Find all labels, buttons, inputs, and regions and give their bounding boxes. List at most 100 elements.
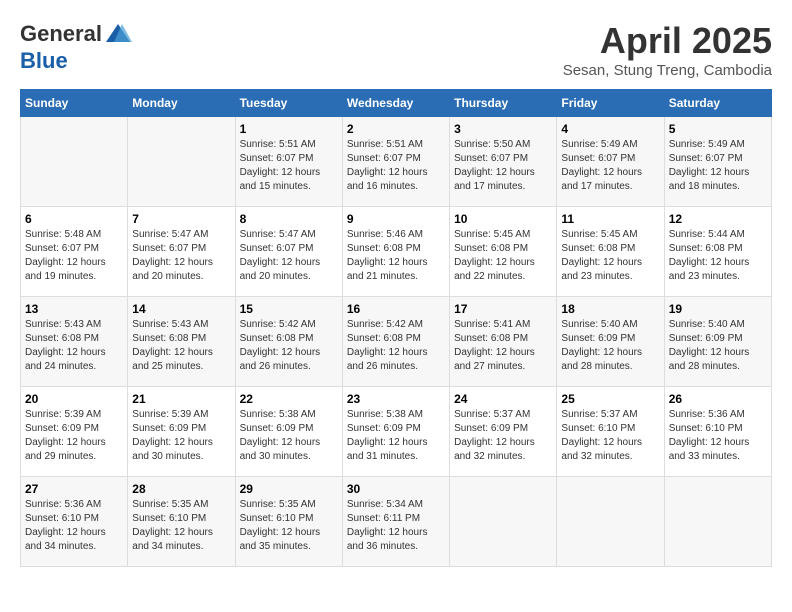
calendar-cell: 20 Sunrise: 5:39 AM Sunset: 6:09 PM Dayli… [21,387,128,477]
day-number: 28 [132,482,230,496]
day-info: Sunrise: 5:37 AM Sunset: 6:09 PM Dayligh… [454,408,552,464]
day-number: 30 [347,482,445,496]
day-info: Sunrise: 5:35 AM Sunset: 6:10 PM Dayligh… [132,498,230,554]
day-number: 19 [669,302,767,316]
calendar-cell: 15Sunrise: 5:42 AM Sunset: 6:08 PM Dayli… [235,297,342,387]
calendar-cell: 5 Sunrise: 5:49 AM Sunset: 6:07 PM Daylig… [664,117,771,207]
day-info: Sunrise: 5:37 AM Sunset: 6:10 PM Dayligh… [561,408,659,464]
calendar-cell [128,117,235,207]
day-info: Sunrise: 5:34 AM Sunset: 6:11 PM Dayligh… [347,498,445,554]
calendar-cell: 7 Sunrise: 5:47 AM Sunset: 6:07 PM Daylig… [128,207,235,297]
calendar-cell: 30 Sunrise: 5:34 AM Sunset: 6:11 PM Dayli… [342,477,449,567]
calendar-cell: 22 Sunrise: 5:38 AM Sunset: 6:09 PM Dayli… [235,387,342,477]
day-header-sunday: Sunday [21,90,128,117]
day-info: Sunrise: 5:48 AM Sunset: 6:07 PM Dayligh… [25,228,123,284]
day-info: Sunrise: 5:38 AM Sunset: 6:09 PM Dayligh… [347,408,445,464]
day-number: 22 [240,392,338,406]
calendar-cell: 19 Sunrise: 5:40 AM Sunset: 6:09 PM Dayli… [664,297,771,387]
location-subtitle: Sesan, Stung Treng, Cambodia [563,62,772,79]
day-header-thursday: Thursday [450,90,557,117]
day-number: 6 [25,212,123,226]
calendar-cell: 24 Sunrise: 5:37 AM Sunset: 6:09 PM Dayli… [450,387,557,477]
day-number: 7 [132,212,230,226]
day-number: 24 [454,392,552,406]
calendar-cell: 4Sunrise: 5:49 AM Sunset: 6:07 PM Daylig… [557,117,664,207]
calendar-cell: 29Sunrise: 5:35 AM Sunset: 6:10 PM Dayli… [235,477,342,567]
day-info: Sunrise: 5:41 AM Sunset: 6:08 PM Dayligh… [454,318,552,374]
day-info: Sunrise: 5:43 AM Sunset: 6:08 PM Dayligh… [25,318,123,374]
calendar-cell: 13 Sunrise: 5:43 AM Sunset: 6:08 PM Dayli… [21,297,128,387]
day-info: Sunrise: 5:36 AM Sunset: 6:10 PM Dayligh… [669,408,767,464]
calendar-cell: 8 Sunrise: 5:47 AM Sunset: 6:07 PM Daylig… [235,207,342,297]
calendar-cell: 21 Sunrise: 5:39 AM Sunset: 6:09 PM Dayli… [128,387,235,477]
logo: General Blue [20,20,132,74]
page-header: General Blue April 2025 Sesan, Stung Tre… [20,20,772,79]
day-info: Sunrise: 5:49 AM Sunset: 6:07 PM Dayligh… [669,138,767,194]
day-info: Sunrise: 5:38 AM Sunset: 6:09 PM Dayligh… [240,408,338,464]
day-number: 10 [454,212,552,226]
days-header-row: SundayMondayTuesdayWednesdayThursdayFrid… [21,90,772,117]
calendar-cell: 9 Sunrise: 5:46 AM Sunset: 6:08 PM Daylig… [342,207,449,297]
calendar-cell: 2 Sunrise: 5:51 AM Sunset: 6:07 PM Daylig… [342,117,449,207]
day-number: 27 [25,482,123,496]
calendar-cell: 12Sunrise: 5:44 AM Sunset: 6:08 PM Dayli… [664,207,771,297]
calendar-cell: 1Sunrise: 5:51 AM Sunset: 6:07 PM Daylig… [235,117,342,207]
calendar-cell [664,477,771,567]
calendar-table: SundayMondayTuesdayWednesdayThursdayFrid… [20,89,772,567]
calendar-cell: 6 Sunrise: 5:48 AM Sunset: 6:07 PM Daylig… [21,207,128,297]
day-info: Sunrise: 5:51 AM Sunset: 6:07 PM Dayligh… [347,138,445,194]
day-info: Sunrise: 5:47 AM Sunset: 6:07 PM Dayligh… [240,228,338,284]
day-number: 18 [561,302,659,316]
calendar-cell [21,117,128,207]
day-number: 8 [240,212,338,226]
day-info: Sunrise: 5:50 AM Sunset: 6:07 PM Dayligh… [454,138,552,194]
day-number: 4 [561,122,659,136]
week-row-5: 27 Sunrise: 5:36 AM Sunset: 6:10 PM Dayli… [21,477,772,567]
logo-general: General [20,21,102,47]
day-info: Sunrise: 5:45 AM Sunset: 6:08 PM Dayligh… [561,228,659,284]
week-row-3: 13 Sunrise: 5:43 AM Sunset: 6:08 PM Dayli… [21,297,772,387]
day-header-saturday: Saturday [664,90,771,117]
calendar-cell [557,477,664,567]
day-header-wednesday: Wednesday [342,90,449,117]
day-info: Sunrise: 5:45 AM Sunset: 6:08 PM Dayligh… [454,228,552,284]
calendar-cell: 11 Sunrise: 5:45 AM Sunset: 6:08 PM Dayli… [557,207,664,297]
week-row-4: 20 Sunrise: 5:39 AM Sunset: 6:09 PM Dayli… [21,387,772,477]
day-number: 5 [669,122,767,136]
day-number: 12 [669,212,767,226]
day-number: 29 [240,482,338,496]
day-info: Sunrise: 5:46 AM Sunset: 6:08 PM Dayligh… [347,228,445,284]
day-info: Sunrise: 5:39 AM Sunset: 6:09 PM Dayligh… [132,408,230,464]
calendar-cell: 14Sunrise: 5:43 AM Sunset: 6:08 PM Dayli… [128,297,235,387]
logo-blue: Blue [20,48,68,74]
calendar-cell: 27 Sunrise: 5:36 AM Sunset: 6:10 PM Dayli… [21,477,128,567]
day-number: 21 [132,392,230,406]
day-number: 15 [240,302,338,316]
day-number: 1 [240,122,338,136]
day-info: Sunrise: 5:47 AM Sunset: 6:07 PM Dayligh… [132,228,230,284]
calendar-cell: 16Sunrise: 5:42 AM Sunset: 6:08 PM Dayli… [342,297,449,387]
title-block: April 2025 Sesan, Stung Treng, Cambodia [563,20,772,79]
month-title: April 2025 [563,20,772,62]
day-number: 26 [669,392,767,406]
calendar-cell: 26 Sunrise: 5:36 AM Sunset: 6:10 PM Dayli… [664,387,771,477]
day-number: 16 [347,302,445,316]
day-number: 2 [347,122,445,136]
calendar-cell: 28 Sunrise: 5:35 AM Sunset: 6:10 PM Dayli… [128,477,235,567]
day-number: 11 [561,212,659,226]
day-header-tuesday: Tuesday [235,90,342,117]
day-info: Sunrise: 5:43 AM Sunset: 6:08 PM Dayligh… [132,318,230,374]
day-number: 23 [347,392,445,406]
day-number: 9 [347,212,445,226]
day-number: 13 [25,302,123,316]
day-header-monday: Monday [128,90,235,117]
logo-icon [104,20,132,48]
day-info: Sunrise: 5:36 AM Sunset: 6:10 PM Dayligh… [25,498,123,554]
day-header-friday: Friday [557,90,664,117]
week-row-1: 1 Sunrise: 5:51 AM Sunset: 6:07 PM Daylig… [21,117,772,207]
day-number: 25 [561,392,659,406]
day-info: Sunrise: 5:39 AM Sunset: 6:09 PM Dayligh… [25,408,123,464]
day-info: Sunrise: 5:40 AM Sunset: 6:09 PM Dayligh… [669,318,767,374]
day-number: 20 [25,392,123,406]
calendar-cell: 18Sunrise: 5:40 AM Sunset: 6:09 PM Dayli… [557,297,664,387]
